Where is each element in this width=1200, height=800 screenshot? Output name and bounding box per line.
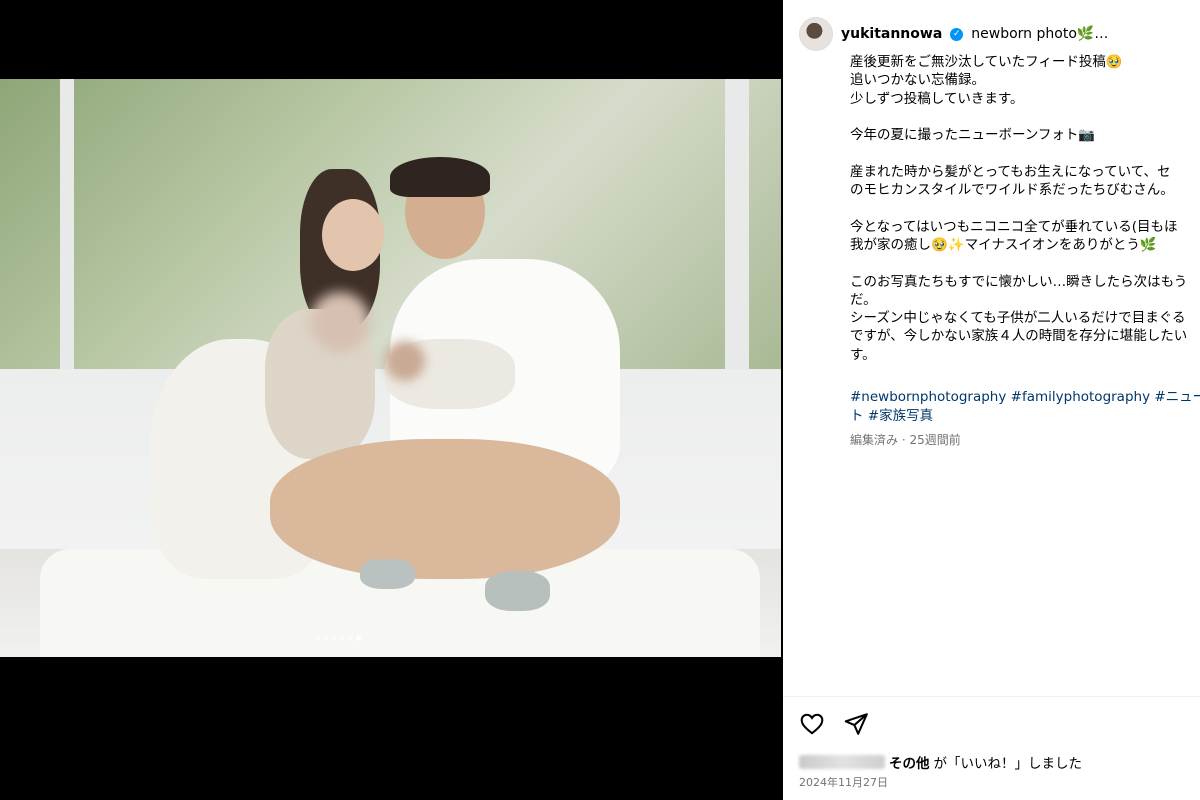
carousel-dot[interactable] [348, 636, 353, 641]
window-frame [60, 79, 74, 369]
photo-sock [360, 559, 415, 589]
photo-legs-father [270, 439, 620, 579]
photo-window-background [0, 79, 781, 369]
photo-hair-father [390, 157, 490, 197]
post-actions [799, 711, 869, 737]
post-hashtags[interactable]: #newbornphotography #familyphotography #… [850, 388, 1200, 426]
likes-others-link[interactable]: その他 [889, 752, 930, 772]
photo-face-mother [322, 199, 384, 271]
verified-badge-icon: ✓ [950, 27, 964, 41]
carousel-dot[interactable] [324, 636, 329, 641]
carousel-dots [316, 636, 361, 641]
likes-line: その他 が「いいね！」しました [799, 752, 1082, 772]
post-meta: 編集済み · 25週間前 [850, 433, 961, 447]
avatar[interactable] [799, 17, 833, 51]
carousel-dot[interactable] [332, 636, 337, 641]
photo-face-baby-blurred [385, 341, 425, 381]
heart-icon[interactable] [799, 711, 825, 737]
username[interactable]: yukitannowa [841, 26, 942, 42]
media-pane [0, 0, 783, 800]
blurred-username[interactable] [799, 755, 885, 769]
paper-plane-icon[interactable] [843, 711, 869, 737]
likes-text: が「いいね！」しました [933, 756, 1083, 772]
photo-sock [485, 571, 550, 611]
post-side-panel: yukitannowa ✓ newborn photo🌿… 産後更新をご無沙汰し… [783, 0, 1200, 800]
carousel-dot[interactable] [340, 636, 345, 641]
post-date[interactable]: 2024年11月27日 [799, 774, 888, 790]
carousel-dot[interactable] [316, 636, 321, 641]
post-photo[interactable] [0, 79, 781, 657]
photo-face-child-blurred [310, 292, 370, 352]
window-frame [725, 79, 749, 369]
carousel-dot-active[interactable] [356, 636, 361, 641]
header-caption: newborn photo🌿… [971, 26, 1109, 42]
post-caption: 産後更新をご無沙汰していたフィード投稿🥹 追いつかない忘備録。 少しずつ投稿して… [850, 54, 1188, 363]
divider [783, 696, 1200, 697]
post-header: yukitannowa ✓ newborn photo🌿… [799, 17, 1199, 51]
